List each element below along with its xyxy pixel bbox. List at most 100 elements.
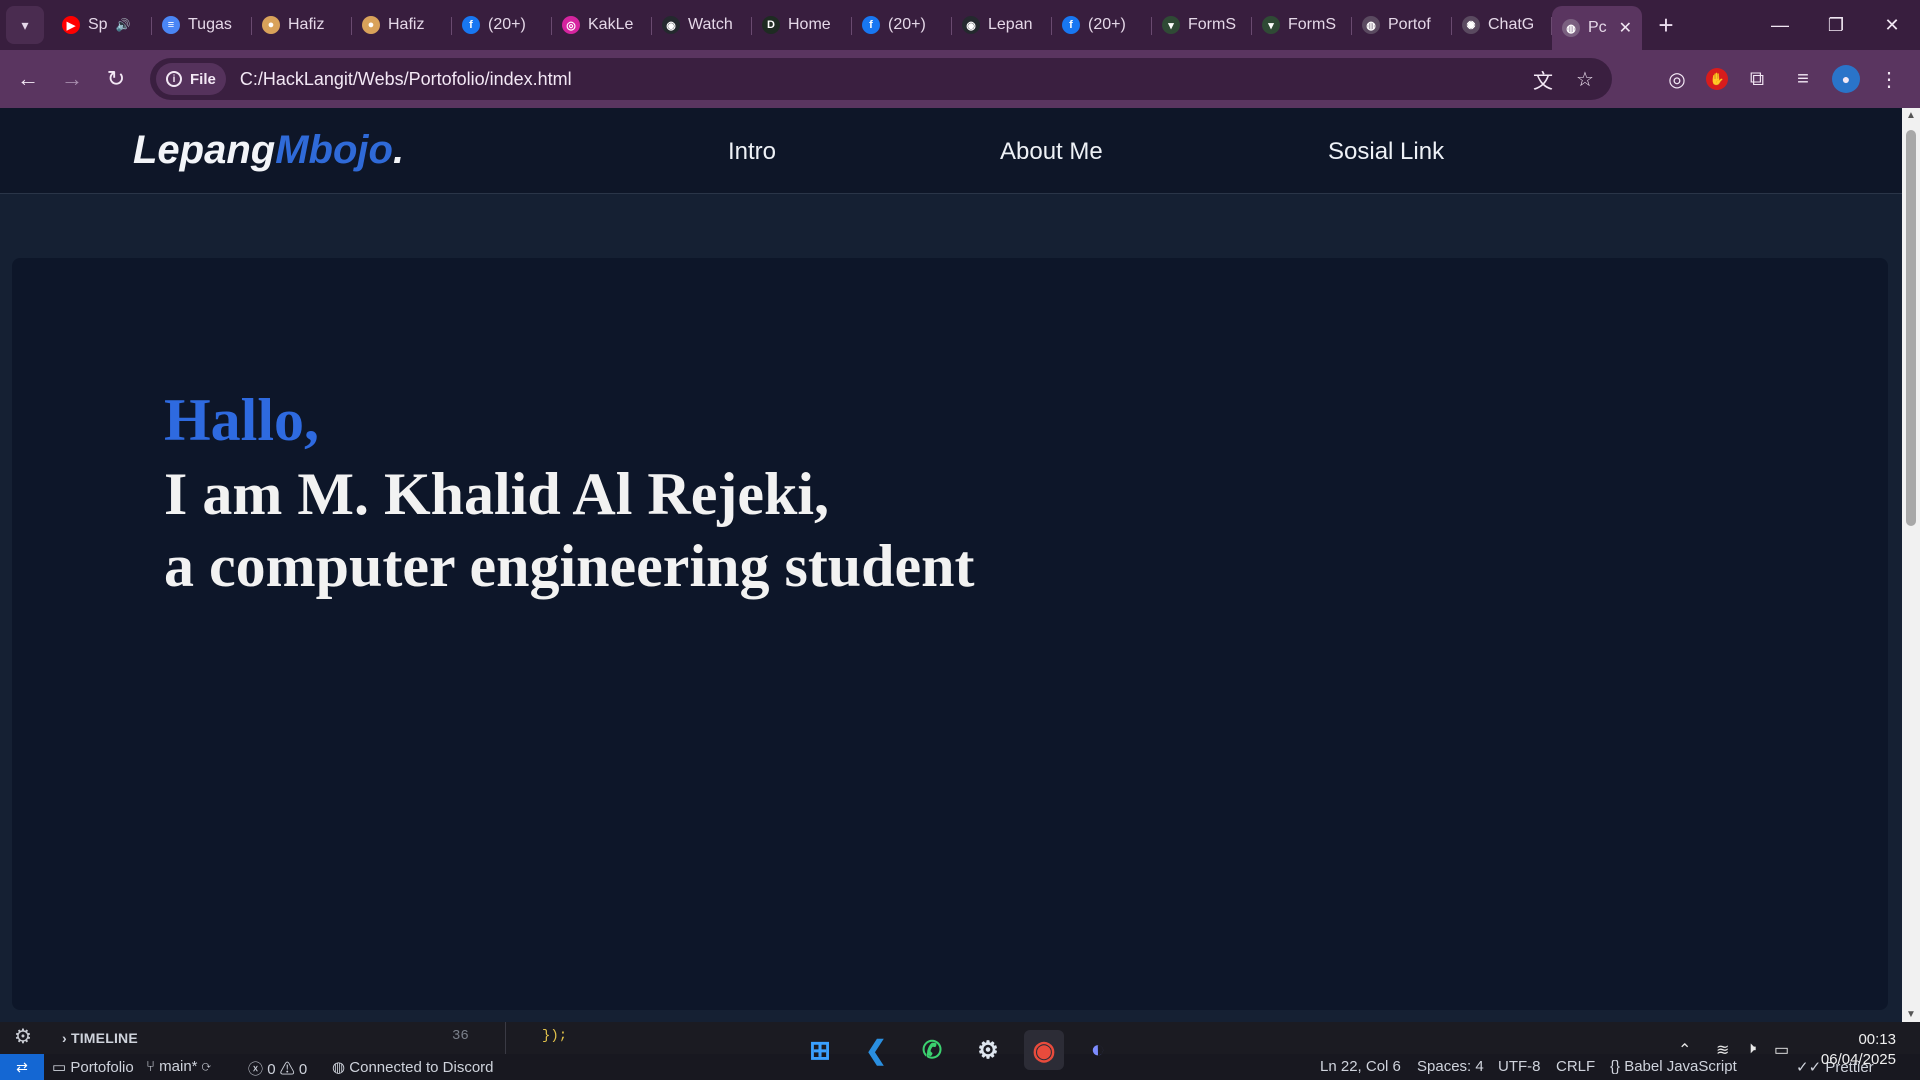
taskbar-chrome-icon[interactable]: ◉ [1024, 1030, 1064, 1070]
docs-icon: ≡ [162, 16, 180, 34]
branch-label: main* [159, 1058, 198, 1075]
chatgpt-icon: ✺ [1462, 16, 1480, 34]
media-control-icon[interactable]: ≡ [1786, 62, 1820, 96]
hero-section: Hallo, I am M. Khalid Al Rejeki, a compu… [12, 258, 1888, 1010]
tab[interactable]: ● Hafiz [352, 7, 452, 43]
tab[interactable]: ● Hafiz [252, 7, 352, 43]
audio-playing-icon[interactable]: 🔊 [116, 18, 131, 32]
scroll-up-icon[interactable]: ▲ [1906, 110, 1916, 121]
gear-icon[interactable]: ⚙ [14, 1024, 32, 1049]
taskbar-whatsapp-icon[interactable]: ✆ [912, 1030, 952, 1070]
status-encoding[interactable]: UTF-8 [1498, 1058, 1541, 1075]
scrollbar-thumb[interactable] [1906, 130, 1916, 526]
translate-icon[interactable]: 文 [1528, 64, 1558, 94]
page-viewport: LepangMbojo. Intro About Me Sosial Link … [0, 108, 1902, 1022]
site-navbar: LepangMbojo. Intro About Me Sosial Link [0, 108, 1902, 194]
arrow-left-icon: ← [17, 66, 39, 91]
status-language[interactable]: {} Babel JavaScript [1610, 1058, 1737, 1075]
nav-link-about-me[interactable]: About Me [1000, 138, 1103, 166]
nav-link-intro[interactable]: Intro [728, 138, 776, 166]
tray-chevron-icon[interactable]: ⌃ [1678, 1040, 1691, 1060]
clock-date: 06/04/2025 [1820, 1051, 1896, 1068]
site-logo[interactable]: LepangMbojo. [133, 128, 404, 173]
taskbar-vscode-icon[interactable]: ❮ [856, 1030, 896, 1070]
tab[interactable]: ◎ KakLe [552, 7, 652, 43]
forward-button[interactable]: → [50, 57, 94, 101]
taskbar-steam-icon[interactable]: ⚙ [968, 1030, 1008, 1070]
start-windows-icon[interactable]: ⊞ [800, 1030, 840, 1070]
tab[interactable]: ≡ Tugas [152, 7, 252, 43]
site-info-chip[interactable]: i File [156, 63, 226, 95]
restore-button[interactable]: ❐ [1808, 0, 1864, 50]
timeline-label: TIMELINE [70, 1030, 138, 1046]
tab[interactable]: ◍ Portof [1352, 7, 1452, 43]
wifi-icon[interactable]: ≋ [1716, 1040, 1729, 1060]
tab[interactable]: ▶ Sp 🔊 [52, 7, 152, 43]
battery-icon[interactable]: ▭ [1774, 1040, 1789, 1060]
tab-active[interactable]: ◍ Pc ✕ [1552, 6, 1642, 50]
nav-link-sosial-link[interactable]: Sosial Link [1328, 138, 1444, 166]
address-bar[interactable]: i File C:/HackLangit/Webs/Portofolio/ind… [150, 58, 1612, 100]
arrow-right-icon: → [61, 66, 83, 91]
minimize-button[interactable]: — [1752, 0, 1808, 50]
browser-toolbar: ← → ↻ i File C:/HackLangit/Webs/Portofol… [0, 50, 1920, 108]
tab[interactable]: ◉ Watch [652, 7, 752, 43]
tab[interactable]: f (20+) [852, 7, 952, 43]
status-discord[interactable]: ◍ Connected to Discord [332, 1058, 494, 1076]
tab-title: (20+) [1088, 16, 1126, 33]
status-problems[interactable]: ⓧ 0 ⚠ 0 [248, 1058, 307, 1079]
close-tab-icon[interactable]: ✕ [1619, 18, 1632, 38]
page-scrollbar[interactable]: ▲ ▼ [1902, 108, 1920, 1022]
tab[interactable]: f (20+) [1052, 7, 1152, 43]
scroll-down-icon[interactable]: ▼ [1906, 1009, 1916, 1020]
status-project[interactable]: ▭ Portofolio [52, 1058, 134, 1076]
tab[interactable]: ▾ FormS [1152, 7, 1252, 43]
site-info-label: File [190, 70, 216, 88]
logo-part-a: Lepang [133, 128, 276, 172]
new-tab-button[interactable]: + [1648, 7, 1684, 43]
close-window-button[interactable]: ✕ [1864, 0, 1920, 50]
globe-icon: ◍ [332, 1059, 346, 1076]
puzzle-icon[interactable]: ⧉ [1740, 62, 1774, 96]
tab[interactable]: ◉ Lepan [952, 7, 1052, 43]
url-text[interactable]: C:/HackLangit/Webs/Portofolio/index.html [240, 69, 572, 90]
omnibox-actions: 文 ☆ [1528, 64, 1600, 94]
remote-indicator[interactable]: ⇄ [0, 1054, 44, 1080]
taskbar-discord-icon[interactable]: ◐ [1078, 1030, 1118, 1070]
tab[interactable]: D Home [752, 7, 852, 43]
tab[interactable]: ✺ ChatG [1452, 7, 1552, 43]
profile-avatar[interactable]: ● [1832, 65, 1860, 93]
tab-list: ▶ Sp 🔊 ≡ Tugas ● Hafiz ● Hafiz f (20+) ◎ KakLe ◉ Watch… [52, 0, 1552, 50]
facebook-icon: f [1062, 16, 1080, 34]
logo-part-b: Mbojo [275, 128, 393, 172]
globe-icon: ◍ [1562, 19, 1580, 37]
tab[interactable]: ▾ FormS [1252, 7, 1352, 43]
globe-icon: ◍ [1362, 16, 1380, 34]
tab-title: Tugas [188, 16, 232, 33]
adblock-extension-icon[interactable]: ✋ [1706, 68, 1728, 90]
status-eol[interactable]: CRLF [1556, 1058, 1595, 1075]
remote-icon: ⇄ [16, 1058, 28, 1075]
code-line[interactable]: }); [542, 1028, 567, 1044]
system-clock[interactable]: 00:13 06/04/2025 [1821, 1030, 1896, 1070]
hafiz-icon: ● [262, 16, 280, 34]
tab-title: Portof [1388, 16, 1431, 33]
tab[interactable]: f (20+) [452, 7, 552, 43]
tab-title: FormS [1188, 16, 1236, 33]
form-icon: ▾ [1162, 16, 1180, 34]
back-button[interactable]: ← [6, 57, 50, 101]
tab-search-button[interactable]: ▾ [6, 6, 44, 44]
bookmark-star-icon[interactable]: ☆ [1570, 64, 1600, 94]
tab-title: FormS [1288, 16, 1336, 33]
tab-title: Hafiz [288, 16, 325, 33]
volume-icon[interactable]: 🕨 [1746, 1040, 1756, 1058]
extension-icon[interactable]: ◎ [1660, 62, 1694, 96]
status-cursor-position[interactable]: Ln 22, Col 6 [1320, 1058, 1401, 1075]
reload-button[interactable]: ↻ [94, 57, 138, 101]
timeline-panel-header[interactable]: › TIMELINE [62, 1030, 138, 1046]
status-branch[interactable]: ⑂ main* ⟳ [146, 1058, 211, 1075]
facebook-icon: f [462, 16, 480, 34]
kebab-menu-icon[interactable]: ⋮ [1872, 62, 1906, 96]
discord-icon: ◐ [1090, 1036, 1106, 1063]
status-indentation[interactable]: Spaces: 4 [1417, 1058, 1484, 1075]
